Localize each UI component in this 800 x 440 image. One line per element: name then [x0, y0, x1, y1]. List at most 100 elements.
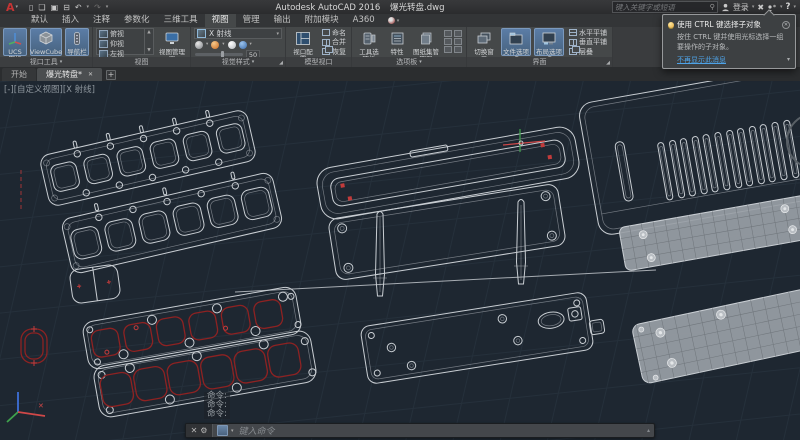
drawing-viewport[interactable]: ✕ [-][自定义视图][X 射线] 命令: 命令: 命令: ✕ ⚙ ▾ ▴: [0, 81, 800, 440]
viewport-config-button[interactable]: 视口配置: [289, 28, 317, 56]
command-bar-grip[interactable]: ✕ ⚙: [186, 424, 213, 437]
panel-launcher-icon[interactable]: ◢: [279, 60, 283, 66]
view-gallery: 俯视 仰视 左视 ▲ ▼: [96, 28, 154, 55]
material-effect-icon[interactable]: [239, 41, 247, 49]
panel-label-viewport-tools[interactable]: 视口工具▾: [0, 57, 92, 67]
command-resize-icon[interactable]: ▴: [647, 427, 650, 434]
panel-launcher-icon[interactable]: ◢: [606, 60, 610, 66]
tab-output[interactable]: 输出: [267, 14, 298, 27]
panel-label-interface[interactable]: 界面 ◢: [467, 57, 612, 67]
layout-tabs-toggle-button[interactable]: 布局选项卡: [534, 28, 564, 56]
tile-horizontally-button[interactable]: 水平平铺: [567, 28, 609, 38]
panel-label-palettes[interactable]: 选项板▾: [352, 57, 466, 67]
tool-palettes-button[interactable]: 工具选项板: [355, 28, 383, 56]
help-button[interactable]: ?: [786, 2, 791, 12]
shadow-effect-icon[interactable]: [228, 41, 236, 49]
tab-insert[interactable]: 插入: [55, 14, 86, 27]
palette-mini-icon[interactable]: [444, 30, 452, 37]
tab-close-icon[interactable]: ✕: [88, 71, 93, 78]
new-drawing-tab-button[interactable]: +: [106, 70, 116, 80]
view-item-bottom[interactable]: 仰视: [97, 39, 144, 49]
palette-mini-icon[interactable]: [444, 38, 452, 45]
effect-caret-icon[interactable]: ▾: [250, 42, 252, 47]
ucs-icon-toggle-button[interactable]: UCS 图标: [3, 28, 27, 56]
panel-views: 俯视 仰视 左视 ▲ ▼ 视图管理器 视图: [93, 27, 190, 67]
restore-viewports-button[interactable]: 恢复: [320, 47, 348, 57]
open-file-icon[interactable]: ❏: [38, 3, 45, 12]
share-caret-icon[interactable]: ▾: [780, 4, 783, 10]
cad-plate-frame-top[interactable]: [37, 102, 257, 207]
tab-view[interactable]: 视图: [205, 14, 236, 27]
cascade-button[interactable]: 层叠: [567, 47, 609, 57]
redo-icon[interactable]: ↷: [94, 3, 101, 12]
viewport-controls[interactable]: [-][自定义视图][X 射线]: [4, 83, 95, 95]
new-file-icon[interactable]: ▯: [29, 3, 33, 12]
panel-model-viewports: 视口配置 命名 合并 恢复 模型视口: [286, 27, 351, 67]
named-viewports-button[interactable]: 命名: [320, 28, 348, 38]
xray-opacity-slider[interactable]: [195, 53, 243, 56]
tab-addins[interactable]: 附加模块: [298, 14, 346, 27]
command-prompt-icon[interactable]: [217, 425, 228, 436]
save-icon[interactable]: ▣: [51, 3, 59, 12]
tab-parametric[interactable]: 参数化: [117, 14, 157, 27]
view-gallery-scrollbar[interactable]: ▲ ▼: [144, 29, 153, 54]
tab-3dtools[interactable]: 三维工具: [157, 14, 205, 27]
scroll-up-icon[interactable]: ▲: [147, 30, 150, 35]
file-tab-active[interactable]: 爆光转盘* ✕: [37, 68, 102, 81]
signin-button[interactable]: 登录: [733, 2, 749, 13]
palette-mini-icon[interactable]: [454, 38, 462, 45]
tab-default[interactable]: 默认: [24, 14, 55, 27]
help-caret-icon[interactable]: ▾: [793, 4, 796, 10]
undo-icon[interactable]: ↶: [75, 3, 82, 12]
tab-annotate[interactable]: 注释: [86, 14, 117, 27]
face-effect-icon[interactable]: [195, 41, 203, 49]
plot-icon[interactable]: ⊟: [63, 3, 70, 12]
command-close-icon[interactable]: ✕: [191, 426, 198, 435]
qat-customize-icon[interactable]: ▾: [106, 4, 109, 10]
palette-mini-icon[interactable]: [454, 30, 462, 37]
palette-mini-icon[interactable]: [454, 46, 462, 53]
cad-red-grommet[interactable]: [21, 326, 47, 366]
panel-label-model-viewports[interactable]: 模型视口: [286, 57, 351, 67]
ribbon-extra-icon[interactable]: [388, 17, 395, 24]
sheet-set-manager-button[interactable]: 图纸集管理器: [411, 28, 441, 56]
file-tab-start[interactable]: 开始: [2, 68, 36, 81]
app-menu-button[interactable]: A ▾: [0, 0, 24, 14]
view-manager-button[interactable]: 视图管理器: [157, 28, 187, 56]
file-tabs-toggle-button[interactable]: 文件选项卡: [501, 28, 531, 56]
effect-caret-icon[interactable]: ▾: [206, 42, 208, 47]
ribbon-display-caret-icon[interactable]: ▾: [397, 18, 400, 24]
command-input[interactable]: [237, 425, 644, 437]
panel-label-visual-styles[interactable]: 视觉样式▾ ◢: [191, 57, 285, 67]
tooltip-expand-icon[interactable]: ▾: [787, 56, 790, 63]
palette-mini-icon[interactable]: [444, 46, 452, 53]
search-icon[interactable]: ⚲: [710, 3, 717, 11]
cad-arc-detail[interactable]: [787, 114, 800, 168]
cad-bracket-left[interactable]: [373, 212, 387, 297]
svg-text:✕: ✕: [38, 402, 44, 410]
signin-caret-icon[interactable]: ▾: [752, 4, 755, 10]
cad-long-edge-line[interactable]: [235, 270, 656, 292]
recent-commands-caret-icon[interactable]: ▾: [231, 428, 234, 434]
visual-style-dropdown[interactable]: X 射线 ▾: [194, 28, 282, 39]
properties-palette-button[interactable]: 特性: [386, 28, 408, 56]
tooltip-close-icon[interactable]: ✕: [782, 21, 790, 29]
dont-show-again-link[interactable]: 不再显示此消息: [677, 55, 726, 65]
edge-effect-icon[interactable]: [211, 41, 219, 49]
tab-manage[interactable]: 管理: [236, 14, 267, 27]
cad-mesh-panel-bottom[interactable]: [631, 274, 800, 384]
cad-canvas[interactable]: ✕: [0, 81, 800, 440]
panel-label-views[interactable]: 视图: [93, 57, 190, 67]
exchange-apps-icon[interactable]: ✖: [757, 3, 764, 12]
ucs-icon[interactable]: ✕: [7, 392, 45, 422]
switch-windows-button[interactable]: 切换窗口: [470, 28, 498, 56]
search-input[interactable]: [613, 3, 710, 12]
view-item-top[interactable]: 俯视: [97, 29, 144, 39]
tab-a360[interactable]: A360: [346, 14, 382, 27]
effect-caret-icon[interactable]: ▾: [222, 42, 224, 47]
undo-caret-icon[interactable]: ▾: [87, 4, 90, 10]
viewcube-toggle-button[interactable]: ViewCube: [30, 28, 62, 56]
navbar-toggle-button[interactable]: 导航栏: [65, 28, 89, 56]
scroll-down-icon[interactable]: ▼: [147, 48, 150, 53]
command-customize-icon[interactable]: ⚙: [200, 426, 207, 435]
